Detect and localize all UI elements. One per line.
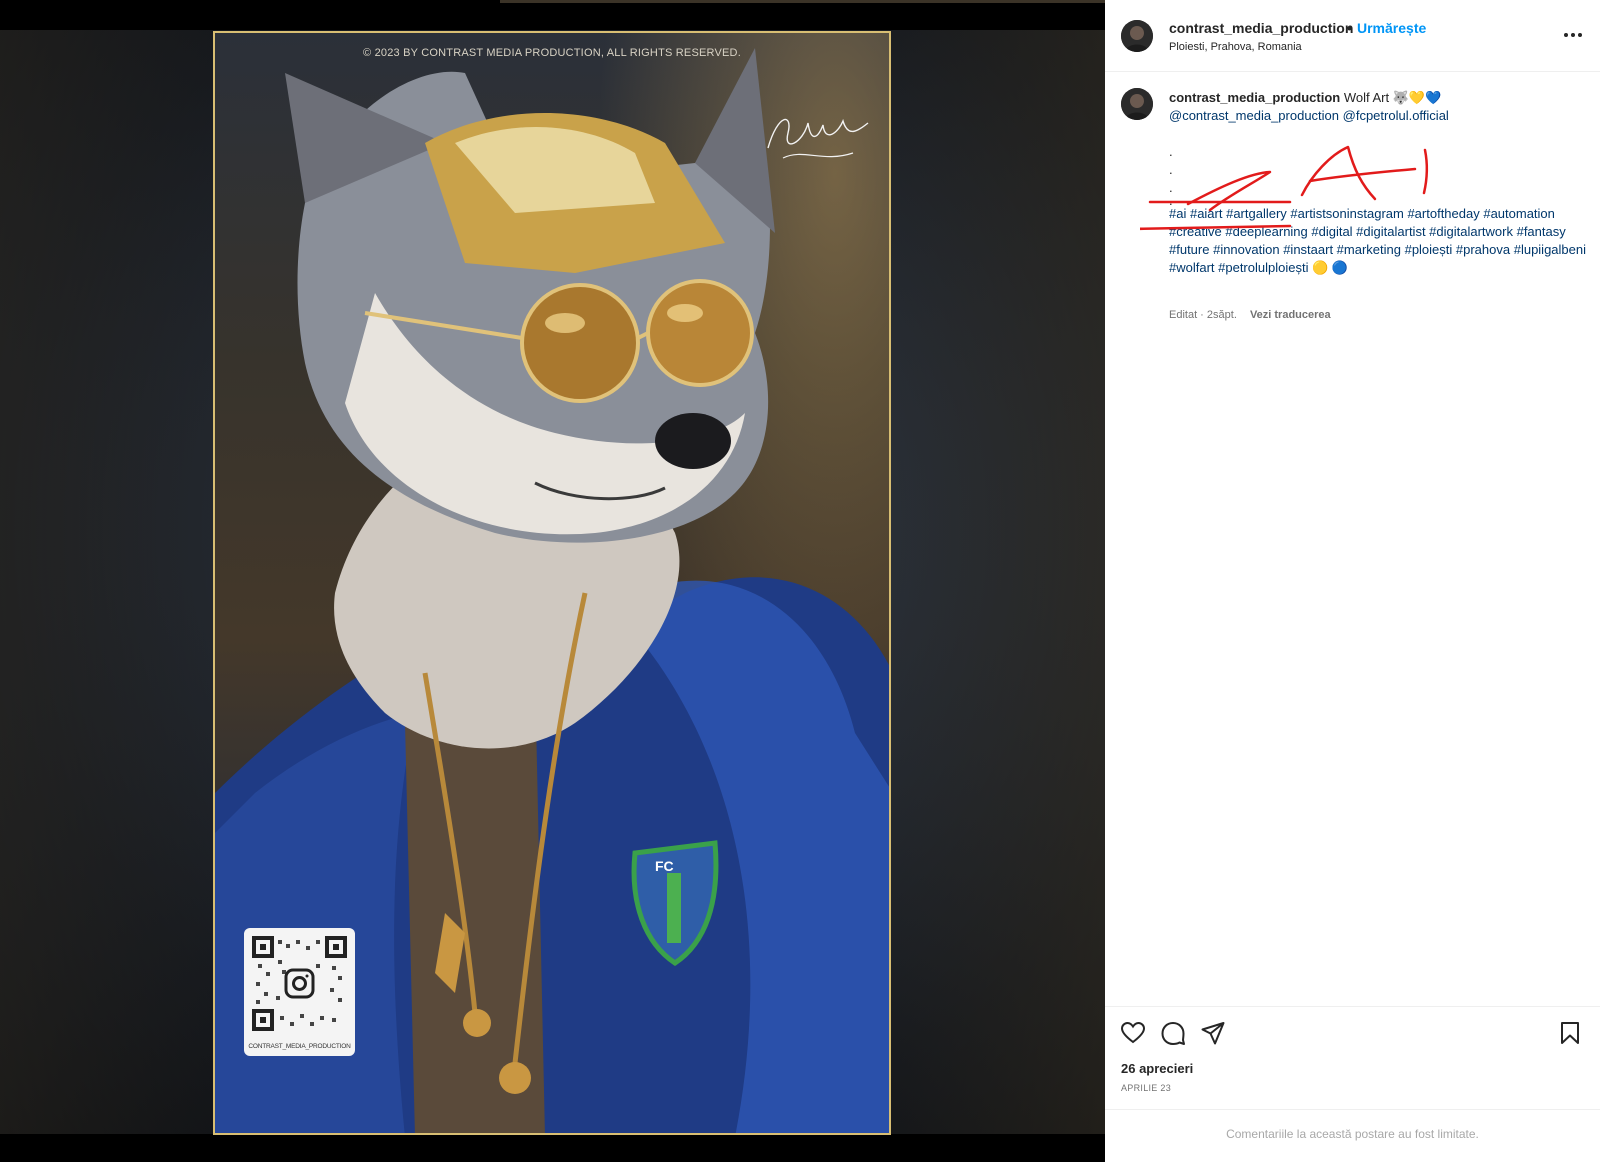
heart-icon[interactable] (1119, 1019, 1147, 1047)
post-header: contrast_media_production • Urmărește Pl… (1105, 0, 1600, 72)
header-separator: • (1347, 20, 1352, 36)
image-copyright-text: © 2023 BY CONTRAST MEDIA PRODUCTION, ALL… (363, 47, 741, 59)
avatar-image (1121, 88, 1153, 120)
top-strip (500, 0, 1105, 3)
caption-hashtags[interactable]: #ai #aiart #artgallery #artistsoninstagr… (1169, 206, 1586, 275)
send-icon[interactable] (1199, 1019, 1227, 1047)
mention-link[interactable]: @contrast_media_production (1169, 108, 1339, 123)
post-side-panel: contrast_media_production • Urmărește Pl… (1105, 0, 1600, 1162)
qr-code-card: CONTRAST_MEDIA_PRODUCTION (244, 928, 355, 1056)
mention-link[interactable]: @fcpetrolul.official (1343, 108, 1449, 123)
caption-avatar[interactable] (1121, 88, 1153, 120)
caption-dot: . (1169, 180, 1173, 195)
post-actions: 26 aprecieri APRILIE 23 Comentariile la … (1105, 1006, 1600, 1156)
avatar[interactable] (1121, 20, 1153, 52)
bookmark-icon[interactable] (1556, 1019, 1584, 1047)
caption-dot: . (1169, 162, 1173, 177)
more-horizontal-icon[interactable] (1560, 22, 1586, 48)
edited-timestamp: Editat · 2săpt. (1169, 309, 1237, 321)
caption-dot: . (1169, 193, 1173, 208)
qr-username-label: CONTRAST_MEDIA_PRODUCTION (248, 1043, 351, 1050)
avatar-image (1121, 20, 1153, 52)
post-location[interactable]: Ploiesti, Prahova, Romania (1169, 41, 1302, 53)
comments-limited-notice: Comentariile la această postare au fost … (1105, 1109, 1600, 1157)
caption-text: Wolf Art 🐺💛💙 (1343, 90, 1442, 105)
post-date: APRILIE 23 (1121, 1083, 1172, 1093)
post-image[interactable]: FC © 2023 BY CONTRAST MEDIA PRODUCTION, … (213, 31, 891, 1135)
follow-button[interactable]: Urmărește (1357, 20, 1426, 36)
likes-count[interactable]: 26 aprecieri (1121, 1061, 1193, 1076)
svg-text:FC: FC (655, 858, 674, 874)
header-username[interactable]: contrast_media_production (1169, 20, 1353, 36)
post-media-area: FC © 2023 BY CONTRAST MEDIA PRODUCTION, … (0, 0, 1105, 1162)
qr-code-icon (252, 936, 347, 1031)
caption-username[interactable]: contrast_media_production (1169, 90, 1340, 105)
caption-dot: . (1169, 144, 1173, 159)
post-caption: contrast_media_production Wolf Art 🐺💛💙 @… (1169, 89, 1589, 277)
see-translation-link[interactable]: Vezi traducerea (1250, 309, 1331, 321)
post-meta: Editat · 2săpt. Vezi traducerea (1169, 309, 1331, 321)
signature-watermark (767, 118, 869, 159)
comment-icon[interactable] (1159, 1019, 1187, 1047)
